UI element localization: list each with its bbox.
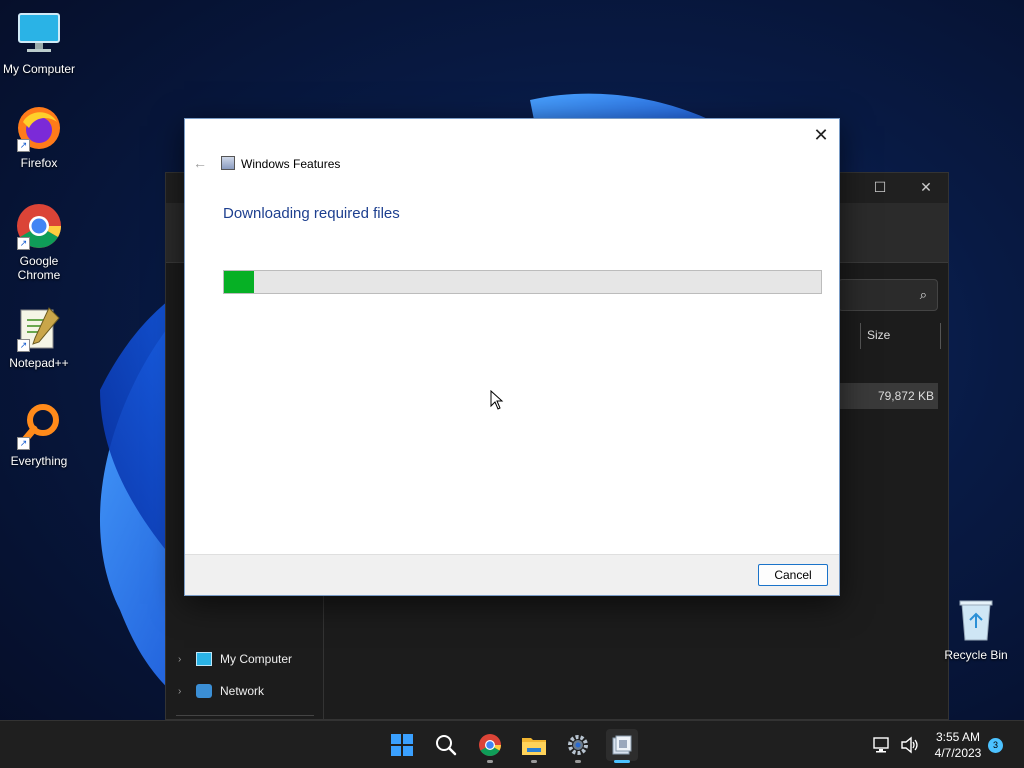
shortcut-arrow-icon: ↗ [17,339,30,352]
taskbar-file-explorer[interactable] [518,729,550,763]
close-icon[interactable]: ✕ [916,179,936,196]
active-indicator [614,760,630,763]
desktop-icon-label: Firefox [20,156,58,170]
mouse-pointer-icon [490,390,504,410]
maximize-icon[interactable]: ☐ [870,179,890,196]
desktop-icon-notepadpp[interactable]: ↗ Notepad++ [0,304,78,370]
gear-icon [568,735,588,755]
clock-date: 4/7/2023 [934,746,982,760]
taskbar-windows-features[interactable] [606,729,638,763]
explorer-search-box[interactable]: ⌕ [838,279,938,311]
magnifier-icon: ↗ [15,402,63,450]
start-button[interactable] [386,729,418,761]
taskbar-search-button[interactable] [430,729,462,761]
chevron-right-icon[interactable]: › [178,654,188,665]
desktop-icon-recycle-bin[interactable]: Recycle Bin [944,598,1008,662]
nav-divider [176,715,314,716]
desktop-icon-label: Notepad++ [9,356,69,370]
nav-item-network[interactable]: › Network [178,681,264,701]
recycle-bin-icon [959,600,993,641]
column-header-size[interactable]: Size [867,328,890,342]
taskbar-clock[interactable]: 3:55 AM 4/7/2023 [928,729,988,761]
taskbar: 3:55 AM 4/7/2023 3 [0,720,1024,768]
network-icon[interactable] [872,736,892,754]
notification-badge[interactable]: 3 [988,738,1003,753]
windows-features-icon [221,156,235,170]
nav-item-my-computer[interactable]: › My Computer [178,649,292,669]
shortcut-arrow-icon: ↗ [17,437,30,450]
dialog-title: Windows Features [241,157,341,171]
shortcut-arrow-icon: ↗ [17,237,30,250]
dialog-footer: Cancel [185,554,839,595]
desktop-icon-everything[interactable]: ↗ Everything [0,402,78,468]
cancel-button[interactable]: Cancel [758,564,828,586]
firefox-icon: ↗ [15,104,63,152]
desktop-icon-firefox[interactable]: ↗ Firefox [0,104,78,170]
notepadpp-icon: ↗ [15,304,63,352]
progress-fill [224,271,254,293]
desktop-icon-my-computer[interactable]: My Computer [0,10,78,76]
volume-icon[interactable] [900,736,920,754]
file-size-cell: 79,872 KB [877,389,934,403]
dialog-heading: Downloading required files [223,205,400,222]
running-indicator [575,760,581,763]
desktop-icon-label: My Computer [2,62,76,76]
chrome-icon: ↗ [15,202,63,250]
monitor-icon [196,652,212,666]
taskbar-settings[interactable] [562,729,594,763]
nav-item-label: My Computer [220,652,293,666]
clock-time: 3:55 AM [935,730,981,744]
column-separator[interactable] [940,323,941,349]
chrome-icon [479,734,501,756]
desktop-icon-google-chrome[interactable]: ↗ Google Chrome [0,202,78,282]
search-icon: ⌕ [919,287,927,302]
network-icon [196,684,212,698]
shortcut-arrow-icon: ↗ [17,139,30,152]
running-indicator [487,760,493,763]
monitor-icon [15,10,63,58]
table-row[interactable]: 79,872 KB [838,383,938,409]
search-icon [436,735,457,756]
taskbar-chrome[interactable] [474,729,506,763]
desktop-icon-label: Everything [10,454,68,468]
windows-logo-icon [391,734,413,756]
folder-icon [522,738,546,755]
back-arrow-icon[interactable]: ← [193,155,207,171]
close-button[interactable]: ✕ [809,123,833,147]
windows-features-dialog[interactable]: ✕ ← Windows Features Downloading require… [184,118,840,596]
download-progress-bar [223,270,822,294]
desktop-icon-label: Recycle Bin [944,648,1008,662]
windows-features-icon [612,735,632,755]
desktop-icon-label: Google Chrome [17,254,61,282]
nav-item-label: Network [220,684,265,698]
chevron-right-icon[interactable]: › [178,686,188,697]
system-tray [872,721,920,768]
running-indicator [531,760,537,763]
column-separator[interactable] [860,323,861,349]
